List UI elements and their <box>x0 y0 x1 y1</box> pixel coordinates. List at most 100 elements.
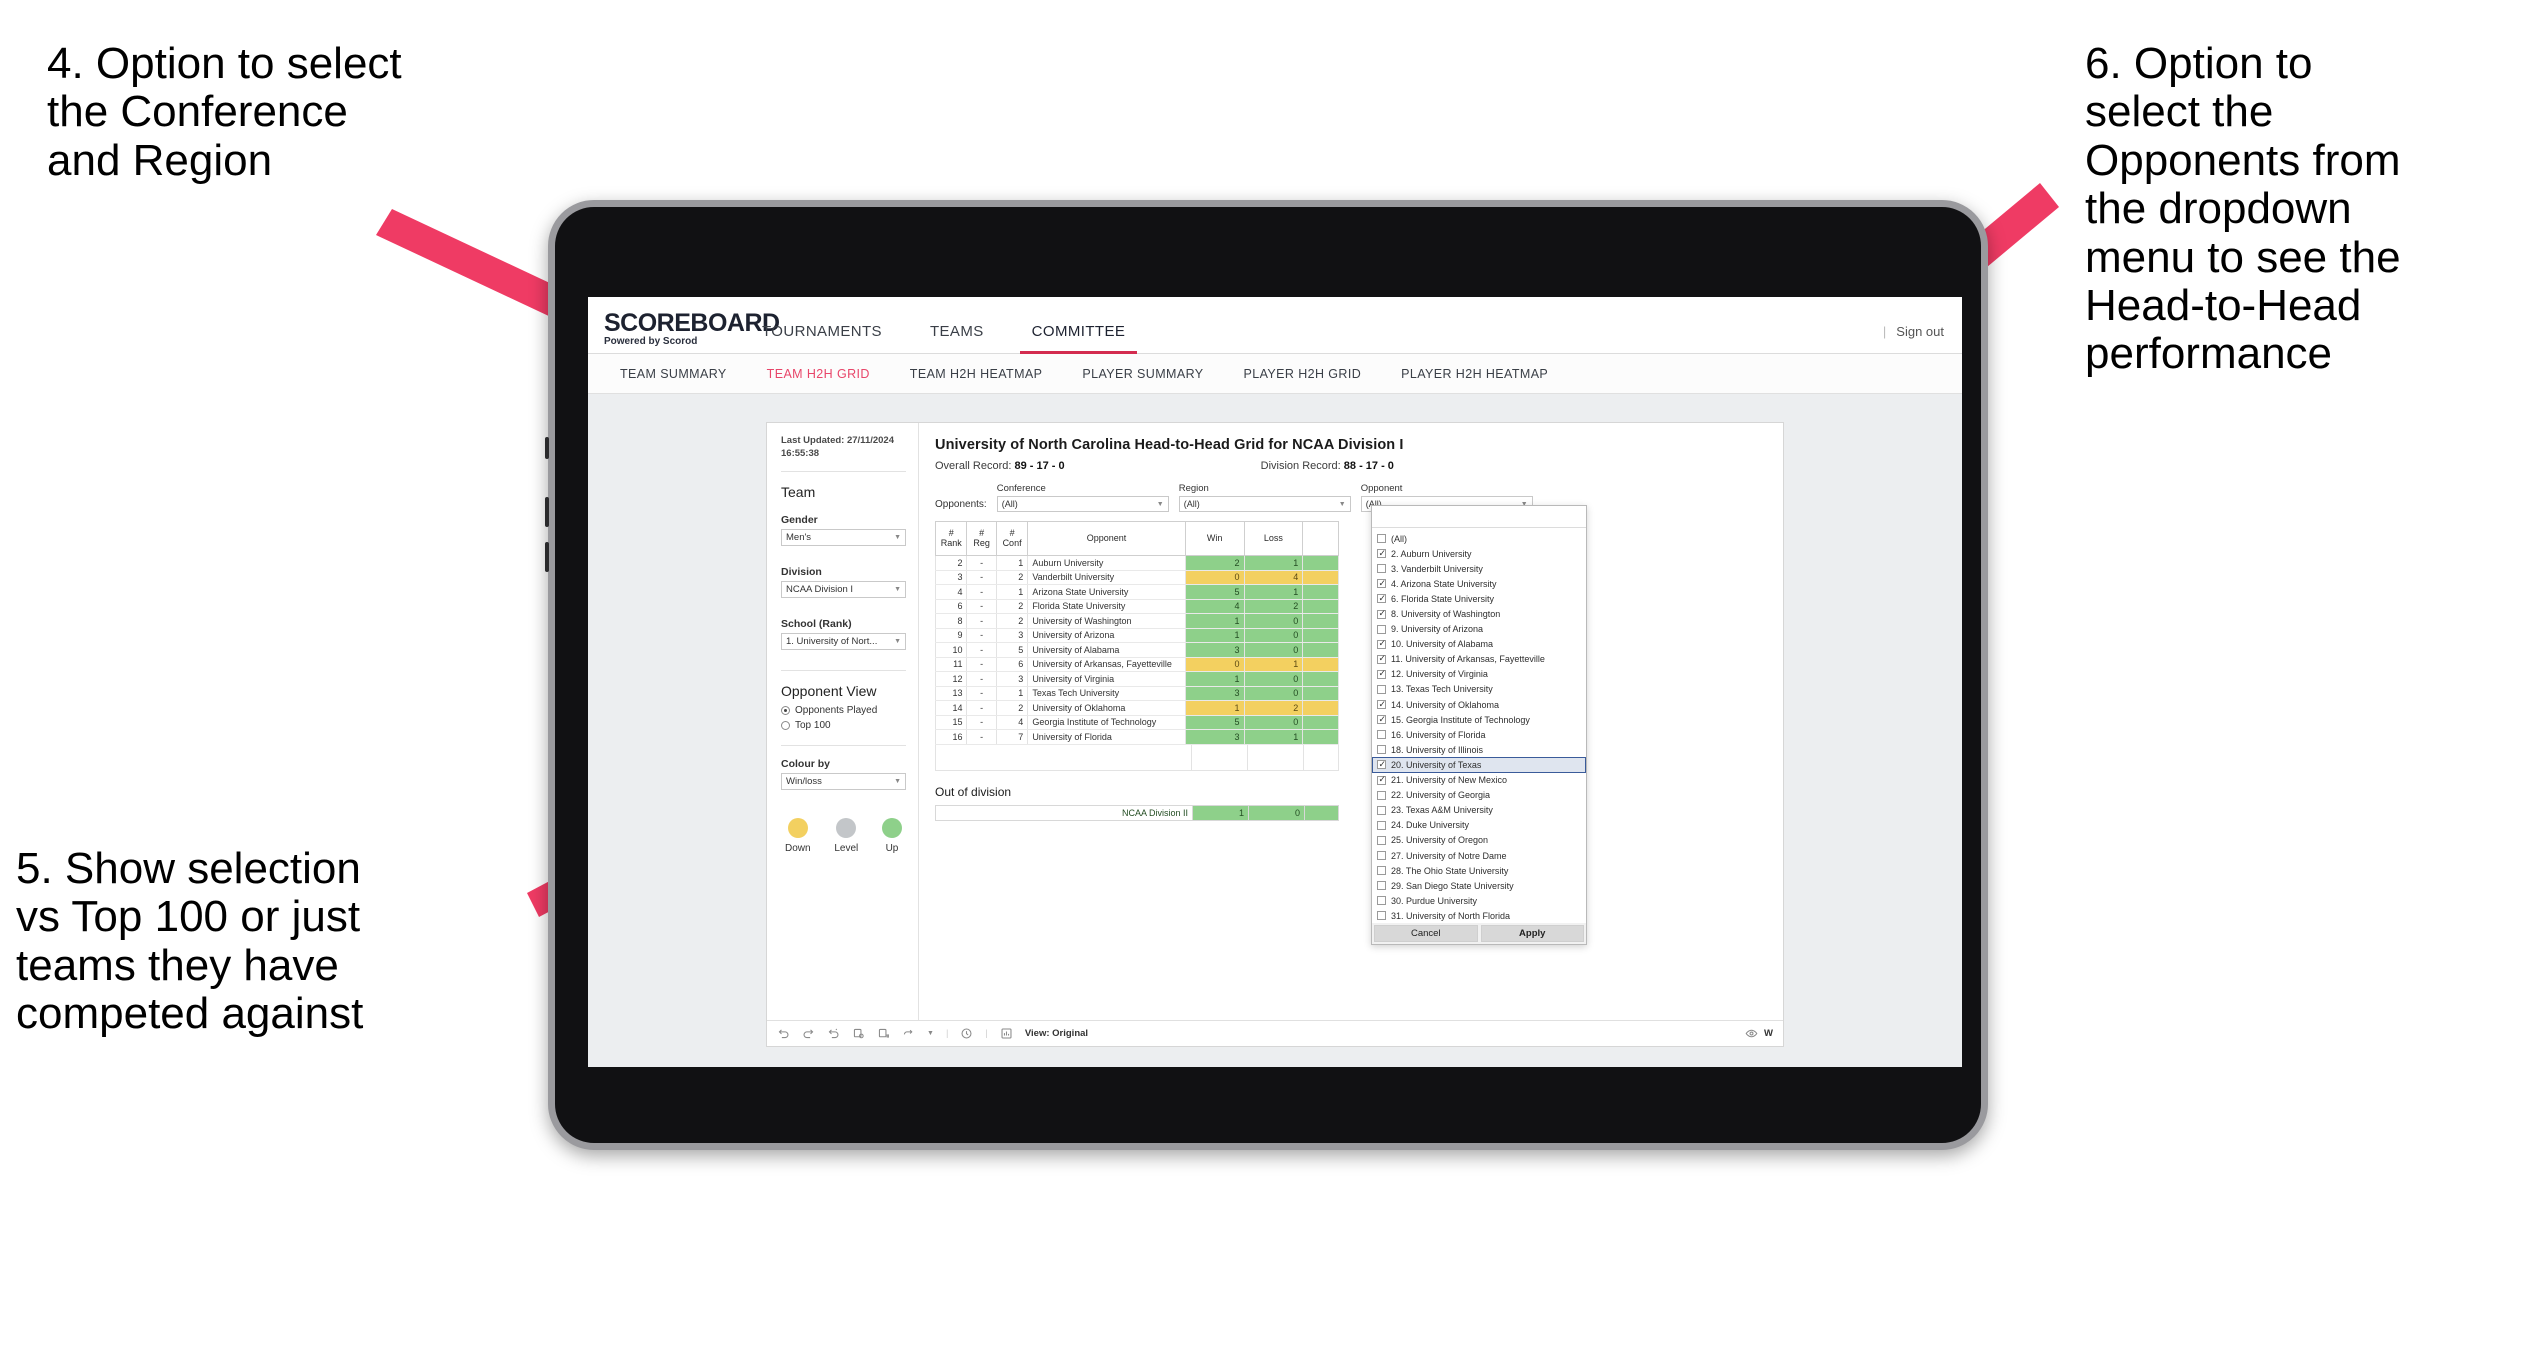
sign-out-link[interactable]: Sign out <box>1896 324 1944 339</box>
division-select[interactable]: NCAA Division I ▼ <box>781 580 906 598</box>
checkbox-icon[interactable] <box>1377 730 1386 740</box>
radio-top-100[interactable]: Top 100 <box>781 720 906 731</box>
opponent-dropdown-item[interactable]: 12. University of Virginia <box>1372 667 1586 682</box>
checkbox-icon[interactable] <box>1377 564 1386 574</box>
table-row[interactable]: 11-6 University of Arkansas, Fayetteville… <box>934 657 1339 672</box>
subnav-player-summary[interactable]: PLAYER SUMMARY <box>1062 367 1223 381</box>
checkbox-icon[interactable] <box>1377 760 1386 770</box>
checkbox-icon[interactable] <box>1377 624 1386 634</box>
opponent-dropdown-item[interactable]: 14. University of Oklahoma <box>1372 697 1586 712</box>
opponent-dropdown-item[interactable]: 22. University of Georgia <box>1372 788 1586 803</box>
opponent-dropdown-item[interactable]: 15. Georgia Institute of Technology <box>1372 712 1586 727</box>
opponent-dropdown-item[interactable]: 16. University of Florida <box>1372 727 1586 742</box>
subnav-team-summary[interactable]: TEAM SUMMARY <box>600 367 747 381</box>
table-row[interactable]: 12-3 University of Virginia 1 0 <box>934 671 1339 687</box>
checkbox-icon[interactable] <box>1377 745 1386 755</box>
col-header-rank[interactable]: # Rank <box>934 521 968 556</box>
table-row[interactable]: 14-2 University of Oklahoma 1 2 <box>934 700 1339 716</box>
nav-teams[interactable]: TEAMS <box>906 323 1008 353</box>
checkbox-icon[interactable] <box>1377 700 1386 710</box>
checkbox-icon[interactable] <box>1377 775 1386 785</box>
table-row[interactable]: 2-1 Auburn University 2 1 <box>934 555 1339 571</box>
table-row[interactable]: 13-1 Texas Tech University 3 0 <box>934 686 1339 701</box>
opponent-dropdown-item[interactable]: (All) <box>1372 531 1586 546</box>
gender-select[interactable]: Men's ▼ <box>781 528 906 546</box>
share-icon[interactable] <box>902 1027 915 1040</box>
pause-updates-icon[interactable] <box>877 1027 890 1040</box>
radio-opponents-played[interactable]: Opponents Played <box>781 705 906 716</box>
checkbox-icon[interactable] <box>1377 669 1386 679</box>
checkbox-icon[interactable] <box>1377 805 1386 815</box>
col-header-win[interactable]: Win <box>1184 521 1245 556</box>
checkbox-icon[interactable] <box>1377 851 1386 861</box>
table-row[interactable]: 15-4 Georgia Institute of Technology 5 0 <box>934 715 1339 730</box>
checkbox-icon[interactable] <box>1377 639 1386 649</box>
checkbox-icon[interactable] <box>1377 549 1386 559</box>
refresh-data-icon[interactable] <box>852 1027 865 1040</box>
table-row[interactable]: 16-7 University of Florida 3 1 <box>934 729 1339 745</box>
col-header-conf[interactable]: # Conf <box>995 521 1029 556</box>
opponent-dropdown-item[interactable]: 27. University of Notre Dame <box>1372 848 1586 863</box>
region-filter-select[interactable]: (All) ▼ <box>1178 496 1351 512</box>
opponent-dropdown-item[interactable]: 9. University of Arizona <box>1372 622 1586 637</box>
school-rank-select[interactable]: 1. University of Nort... ▼ <box>781 632 906 650</box>
view-original-icon[interactable] <box>1000 1027 1013 1040</box>
opponent-dropdown-item[interactable]: 20. University of Texas <box>1372 757 1586 773</box>
checkbox-icon[interactable] <box>1377 594 1386 604</box>
col-header-loss[interactable]: Loss <box>1243 521 1304 556</box>
subnav-player-h2h-heatmap[interactable]: PLAYER H2H HEATMAP <box>1381 367 1568 381</box>
subnav-team-h2h-grid[interactable]: TEAM H2H GRID <box>747 367 890 381</box>
opponent-dropdown-item[interactable]: 11. University of Arkansas, Fayetteville <box>1372 652 1586 667</box>
checkbox-icon[interactable] <box>1377 684 1386 694</box>
checkbox-icon[interactable] <box>1377 579 1386 589</box>
colour-by-select[interactable]: Win/loss ▼ <box>781 772 906 790</box>
opponent-dropdown-item[interactable]: 13. Texas Tech University <box>1372 682 1586 697</box>
table-row[interactable]: 10-5 University of Alabama 3 0 <box>934 642 1339 658</box>
table-row[interactable]: 6-2 Florida State University 4 2 <box>934 599 1339 614</box>
checkbox-icon[interactable] <box>1377 534 1386 544</box>
opponent-dropdown-search-input[interactable] <box>1372 506 1586 528</box>
apply-button[interactable]: Apply <box>1480 925 1584 943</box>
checkbox-icon[interactable] <box>1377 790 1386 800</box>
table-row[interactable]: 9-3 University of Arizona 1 0 <box>934 628 1339 643</box>
checkbox-icon[interactable] <box>1377 835 1386 845</box>
col-header-opponent[interactable]: Opponent <box>1027 521 1186 556</box>
subnav-team-h2h-heatmap[interactable]: TEAM H2H HEATMAP <box>890 367 1063 381</box>
nav-committee[interactable]: COMMITTEE <box>1008 323 1150 354</box>
opponent-dropdown-item[interactable]: 30. Purdue University <box>1372 893 1586 908</box>
subnav-player-h2h-grid[interactable]: PLAYER H2H GRID <box>1224 367 1382 381</box>
checkbox-icon[interactable] <box>1377 881 1386 891</box>
checkbox-icon[interactable] <box>1377 911 1386 921</box>
opponent-dropdown-item[interactable]: 2. Auburn University <box>1372 546 1586 561</box>
checkbox-icon[interactable] <box>1377 820 1386 830</box>
conference-filter-select[interactable]: (All) ▼ <box>996 496 1169 512</box>
table-row[interactable]: 8-2 University of Washington 1 0 <box>934 613 1339 629</box>
checkbox-icon[interactable] <box>1377 715 1386 725</box>
opponent-dropdown-item[interactable]: 31. University of North Florida <box>1372 908 1586 923</box>
checkbox-icon[interactable] <box>1377 866 1386 876</box>
checkbox-icon[interactable] <box>1377 654 1386 664</box>
brand-logo[interactable]: SCOREBOARD Powered by Scorod <box>588 309 780 353</box>
opponent-dropdown-item[interactable]: 28. The Ohio State University <box>1372 863 1586 878</box>
nav-tournaments[interactable]: TOURNAMENTS <box>738 323 906 353</box>
watch-label[interactable]: W <box>1764 1028 1773 1039</box>
eye-watch-icon[interactable] <box>1745 1027 1758 1040</box>
table-row[interactable]: 4-1 Arizona State University 5 1 <box>934 584 1339 600</box>
table-row[interactable]: 3-2 Vanderbilt University 0 4 <box>934 570 1339 585</box>
opponent-dropdown-item[interactable]: 10. University of Alabama <box>1372 637 1586 652</box>
opponent-dropdown-item[interactable]: 3. Vanderbilt University <box>1372 561 1586 576</box>
history-clock-icon[interactable] <box>960 1027 973 1040</box>
opponent-dropdown-item[interactable]: 23. Texas A&M University <box>1372 803 1586 818</box>
opponent-dropdown-item[interactable]: 4. Arizona State University <box>1372 576 1586 591</box>
opponent-dropdown-item[interactable]: 25. University of Oregon <box>1372 833 1586 848</box>
cancel-button[interactable]: Cancel <box>1374 925 1478 943</box>
opponent-dropdown-item[interactable]: 21. University of New Mexico <box>1372 773 1586 788</box>
opponent-dropdown-item[interactable]: 8. University of Washington <box>1372 606 1586 621</box>
redo-icon[interactable] <box>802 1027 815 1040</box>
opponent-dropdown-item[interactable]: 24. Duke University <box>1372 818 1586 833</box>
opponent-dropdown-item[interactable]: 6. Florida State University <box>1372 591 1586 606</box>
checkbox-icon[interactable] <box>1377 609 1386 619</box>
revert-icon[interactable] <box>827 1027 840 1040</box>
chevron-down-icon[interactable]: ▼ <box>927 1030 934 1037</box>
opponent-dropdown-list[interactable]: (All) 2. Auburn University 3. Vanderbilt U… <box>1372 528 1586 923</box>
